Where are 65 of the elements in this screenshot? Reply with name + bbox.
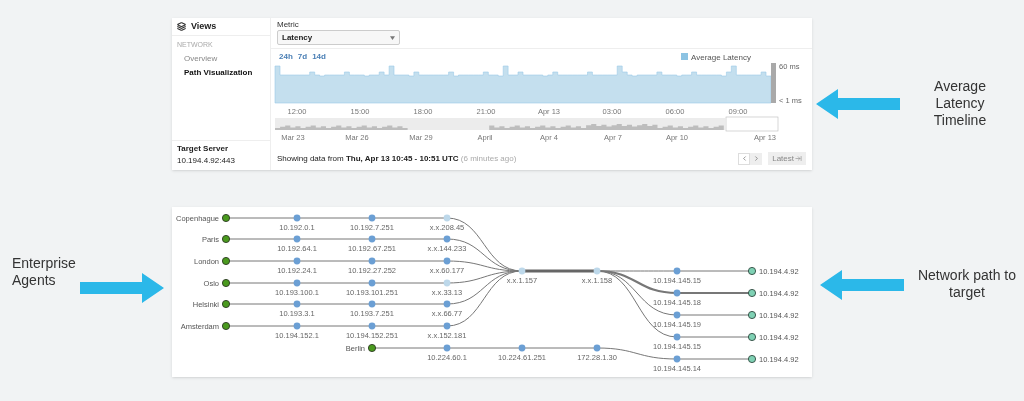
target-node[interactable] bbox=[747, 288, 757, 298]
hop-node[interactable] bbox=[443, 322, 451, 330]
hop-node[interactable] bbox=[293, 235, 301, 243]
hop-node[interactable] bbox=[518, 344, 526, 352]
hop-node[interactable] bbox=[368, 257, 376, 265]
hop-node[interactable] bbox=[443, 279, 451, 287]
range-link[interactable]: 7d bbox=[297, 51, 308, 63]
hop-node[interactable] bbox=[673, 289, 681, 297]
hop-node[interactable] bbox=[593, 267, 601, 275]
target-node[interactable] bbox=[747, 354, 757, 364]
agent-node[interactable] bbox=[367, 343, 377, 353]
latest-button[interactable]: Latest bbox=[768, 152, 806, 165]
prev-button[interactable] bbox=[738, 152, 751, 165]
nav-item[interactable]: Path Visualization bbox=[172, 66, 253, 79]
range-link[interactable]: 24h bbox=[279, 51, 293, 63]
agent-node[interactable] bbox=[221, 321, 231, 331]
legend-swatch bbox=[681, 53, 688, 60]
target-server-value: 10.194.4.92:443 bbox=[177, 155, 235, 167]
panel-title: Views bbox=[191, 19, 217, 33]
hop-node[interactable] bbox=[443, 235, 451, 243]
callout-text: Network path to target bbox=[916, 267, 1018, 301]
hop-node[interactable] bbox=[293, 214, 301, 222]
hop-node[interactable] bbox=[368, 322, 376, 330]
target-node[interactable] bbox=[747, 310, 757, 320]
hop-node[interactable] bbox=[673, 311, 681, 319]
hop-node[interactable] bbox=[443, 300, 451, 308]
scale-bar bbox=[771, 63, 776, 103]
chevron-right-icon bbox=[752, 155, 760, 162]
hop-node[interactable] bbox=[443, 344, 451, 352]
hop-node[interactable] bbox=[443, 257, 451, 265]
hop-node[interactable] bbox=[293, 279, 301, 287]
hop-node[interactable] bbox=[443, 214, 451, 222]
hop-node[interactable] bbox=[673, 355, 681, 363]
agent-node[interactable] bbox=[221, 234, 231, 244]
layers-icon bbox=[177, 22, 186, 31]
legend-label: Average Latency bbox=[691, 52, 751, 62]
callout-text: Enterprise Agents bbox=[12, 255, 77, 289]
hop-node[interactable] bbox=[673, 267, 681, 275]
caret-icon bbox=[390, 35, 395, 40]
chevron-left-icon bbox=[740, 155, 748, 162]
metric-label: Metric bbox=[277, 20, 299, 30]
hop-node[interactable] bbox=[293, 257, 301, 265]
hop-node[interactable] bbox=[368, 214, 376, 222]
hop-node[interactable] bbox=[593, 344, 601, 352]
target-node[interactable] bbox=[747, 266, 757, 276]
agent-node[interactable] bbox=[221, 256, 231, 266]
callout-text: Average Latency Timeline bbox=[932, 78, 988, 129]
hop-node[interactable] bbox=[673, 333, 681, 341]
metric-dropdown[interactable]: Latency bbox=[277, 30, 400, 45]
hop-node[interactable] bbox=[368, 279, 376, 287]
hop-node[interactable] bbox=[518, 267, 526, 275]
agent-node[interactable] bbox=[221, 299, 231, 309]
hop-node[interactable] bbox=[368, 300, 376, 308]
status-text: Showing data from Thu, Apr 13 10:45 - 10:51 UTC (6 minutes ago) bbox=[277, 152, 517, 165]
next-button[interactable] bbox=[750, 152, 763, 165]
target-node[interactable] bbox=[747, 332, 757, 342]
arrow-to-line-icon bbox=[795, 155, 802, 162]
hop-node[interactable] bbox=[293, 300, 301, 308]
target-server-label: Target Server bbox=[177, 143, 228, 155]
agent-node[interactable] bbox=[221, 213, 231, 223]
agent-node[interactable] bbox=[221, 278, 231, 288]
hop-node[interactable] bbox=[293, 322, 301, 330]
nav-item[interactable]: Overview bbox=[172, 52, 218, 65]
hop-node[interactable] bbox=[368, 235, 376, 243]
range-link[interactable]: 14d bbox=[312, 51, 326, 63]
